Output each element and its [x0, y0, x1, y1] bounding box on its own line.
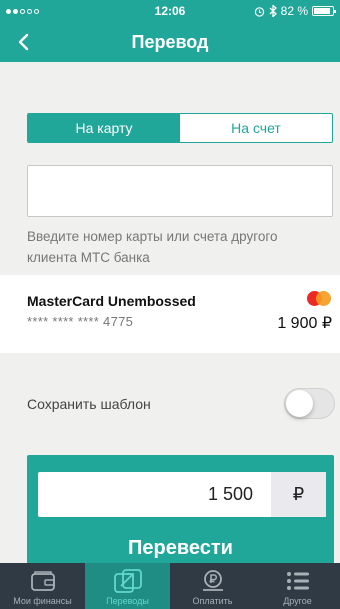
segment-to-account[interactable]: На счет: [180, 114, 332, 142]
bluetooth-icon: [269, 5, 277, 17]
card-number-mask: **** **** **** 4775: [27, 314, 134, 329]
currency-label: ₽: [271, 472, 326, 517]
wallet-icon: [28, 567, 58, 595]
tab-label: Оплатить: [192, 596, 233, 606]
tab-pay[interactable]: Оплатить: [170, 563, 255, 609]
tab-label: Другое: [283, 596, 312, 606]
card-number-input[interactable]: [27, 165, 333, 217]
tab-label: Переводы: [106, 596, 149, 606]
tab-my-finances[interactable]: Мои финансы: [0, 563, 85, 609]
transfer-icon: [113, 567, 143, 595]
ruble-hand-icon: [198, 567, 228, 595]
alarm-icon: [254, 6, 264, 17]
card-balance: 1 900 ₽: [277, 315, 332, 332]
battery-percent: 82 %: [280, 4, 308, 18]
menu-list-icon: [283, 567, 313, 595]
bottom-tab-bar: Мои финансы Переводы Оплатить Другое: [0, 563, 340, 609]
save-template-label: Сохранить шаблон: [27, 396, 151, 412]
nav-bar: Перевод: [0, 22, 340, 62]
amount-field[interactable]: 1 500 ₽: [38, 472, 326, 517]
chevron-left-icon: [18, 33, 29, 51]
tab-other[interactable]: Другое: [255, 563, 340, 609]
mastercard-logo-icon: [307, 291, 333, 307]
transfer-button[interactable]: Перевести: [27, 530, 334, 566]
scrolled-content-strip: [0, 62, 340, 96]
signal-dots-icon: [6, 8, 39, 14]
toggle-knob: [286, 390, 313, 417]
card-input-hint: Введите номер карты или счета другого кл…: [27, 229, 278, 265]
page-title: Перевод: [131, 31, 209, 52]
destination-segment-control: На карту На счет: [27, 113, 333, 143]
save-template-toggle[interactable]: [284, 388, 335, 419]
back-button[interactable]: [8, 28, 38, 56]
tab-label: Мои финансы: [13, 596, 72, 606]
segment-to-card[interactable]: На карту: [28, 114, 180, 142]
status-bar: 12:06 82 %: [0, 0, 340, 22]
amount-input[interactable]: 1 500: [38, 472, 271, 517]
status-right: 82 %: [254, 4, 336, 18]
card-name: MasterCard Unembossed: [27, 293, 196, 309]
tab-transfers[interactable]: Переводы: [85, 563, 170, 609]
battery-icon: [312, 6, 336, 16]
